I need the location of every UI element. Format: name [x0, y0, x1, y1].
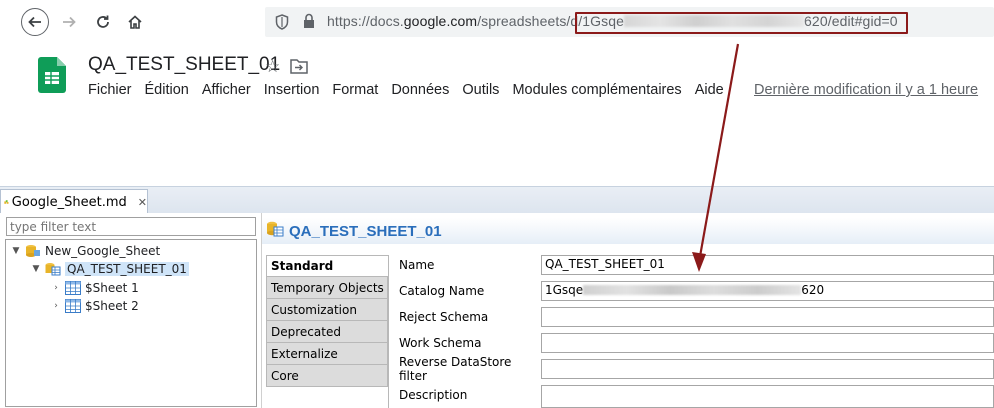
editor-tab-google-sheet[interactable]: Google_Sheet.md ✕ [0, 189, 148, 214]
menu-afficher[interactable]: Afficher [202, 82, 251, 98]
url-domain: google.com [403, 13, 478, 29]
catalog-icon [266, 221, 284, 242]
move-to-folder-icon[interactable] [290, 58, 308, 74]
reject-row: Reject Schema [399, 307, 541, 327]
database-icon [25, 244, 41, 258]
menu-donnees[interactable]: Données [391, 82, 449, 98]
menu-fichier[interactable]: Fichier [88, 82, 132, 98]
tab-temporary-objects[interactable]: Temporary Objects [266, 277, 388, 299]
work-row: Work Schema [399, 333, 541, 353]
reverse-filter-field[interactable] [541, 359, 994, 379]
google-sheets-icon[interactable] [38, 57, 66, 93]
star-icon[interactable]: ☆ [265, 57, 280, 77]
name-row: Name [399, 255, 541, 275]
chevron-right-icon[interactable]: › [50, 283, 62, 293]
tree-item-sheet1[interactable]: › $Sheet 1 [50, 279, 139, 297]
reverse-label: Reverse DataStore filter [399, 355, 512, 383]
table-icon [65, 299, 81, 313]
home-button[interactable] [121, 8, 149, 36]
catalog-label: Catalog Name [399, 284, 485, 298]
menu-aide[interactable]: Aide [695, 82, 724, 98]
description-field[interactable] [541, 385, 994, 408]
url-highlight-box [575, 12, 908, 34]
tree-item-label: QA_TEST_SHEET_01 [65, 262, 189, 276]
property-tabs: Standard Temporary Objects Customization… [266, 255, 388, 387]
tab-divider [388, 255, 389, 408]
tree-item-catalog[interactable]: ▼ QA_TEST_SHEET_01 [30, 260, 189, 278]
editor-tab-label: Google_Sheet.md [11, 194, 127, 210]
work-label: Work Schema [399, 336, 482, 350]
tab-deprecated[interactable]: Deprecated [266, 321, 388, 343]
arrow-left-icon [28, 16, 41, 28]
menu-format[interactable]: Format [332, 82, 378, 98]
last-modified-link[interactable]: Dernière modification il y a 1 heure [754, 82, 978, 98]
chevron-down-icon[interactable]: ▼ [10, 246, 22, 256]
back-button[interactable] [21, 8, 49, 36]
properties-pane: QA_TEST_SHEET_01 Standard Temporary Obje… [262, 213, 994, 408]
chevron-right-icon[interactable]: › [50, 301, 62, 311]
table-icon [65, 281, 81, 295]
name-field[interactable]: QA_TEST_SHEET_01 [541, 255, 994, 275]
name-label: Name [399, 258, 435, 272]
properties-title: QA_TEST_SHEET_01 [289, 222, 442, 240]
document-title[interactable]: QA_TEST_SHEET_01 [88, 54, 280, 76]
chevron-down-icon[interactable]: ▼ [30, 264, 42, 274]
reverse-row: Reverse DataStore filter [399, 355, 541, 383]
catalog-row: Catalog Name [399, 281, 541, 301]
editor-tab-bar: Google_Sheet.md ✕ [0, 186, 994, 214]
forward-button[interactable] [55, 8, 83, 36]
menu-outils[interactable]: Outils [462, 82, 499, 98]
description-row: Description [399, 385, 541, 405]
catalog-icon [45, 262, 61, 276]
menu-bar: Fichier Édition Afficher Insertion Format Don… [88, 82, 737, 98]
tab-customization[interactable]: Customization [266, 299, 388, 321]
properties-header: QA_TEST_SHEET_01 [262, 218, 994, 244]
model-tree-pane: ▼ New_Google_Sheet ▼ QA_TEST_SHEET_01 › … [0, 213, 262, 408]
description-label: Description [399, 388, 468, 402]
catalog-field[interactable]: 1Gsqe 620 [541, 281, 994, 301]
catalog-suffix: 620 [801, 283, 825, 297]
model-icon [4, 200, 9, 204]
tab-externalize[interactable]: Externalize [266, 343, 388, 365]
work-schema-field[interactable] [541, 333, 994, 353]
menu-edition[interactable]: Édition [145, 82, 189, 98]
tree-item-label: $Sheet 1 [85, 281, 139, 295]
tree-item-label: $Sheet 2 [85, 299, 139, 313]
menu-insertion[interactable]: Insertion [264, 82, 320, 98]
tree-item-sheet2[interactable]: › $Sheet 2 [50, 297, 139, 315]
lock-icon[interactable] [303, 13, 315, 29]
catalog-prefix: 1Gsqe [545, 283, 584, 297]
arrow-right-icon [63, 16, 76, 28]
reload-button[interactable] [89, 8, 117, 36]
reject-label: Reject Schema [399, 310, 489, 324]
tree-item-root[interactable]: ▼ New_Google_Sheet [10, 242, 161, 260]
url-prefix: https://docs. [327, 13, 404, 29]
home-icon [128, 15, 142, 29]
shield-icon[interactable] [275, 14, 289, 30]
close-icon[interactable]: ✕ [138, 196, 147, 209]
reject-schema-field[interactable] [541, 307, 994, 327]
menu-modules[interactable]: Modules complémentaires [512, 82, 681, 98]
redacted-id [583, 285, 802, 295]
tab-standard[interactable]: Standard [266, 255, 388, 277]
tab-core[interactable]: Core [266, 365, 388, 387]
tree-item-label: New_Google_Sheet [45, 244, 161, 258]
filter-input[interactable] [6, 217, 256, 236]
reload-icon [97, 15, 109, 28]
model-tree: ▼ New_Google_Sheet ▼ QA_TEST_SHEET_01 › … [5, 239, 257, 407]
